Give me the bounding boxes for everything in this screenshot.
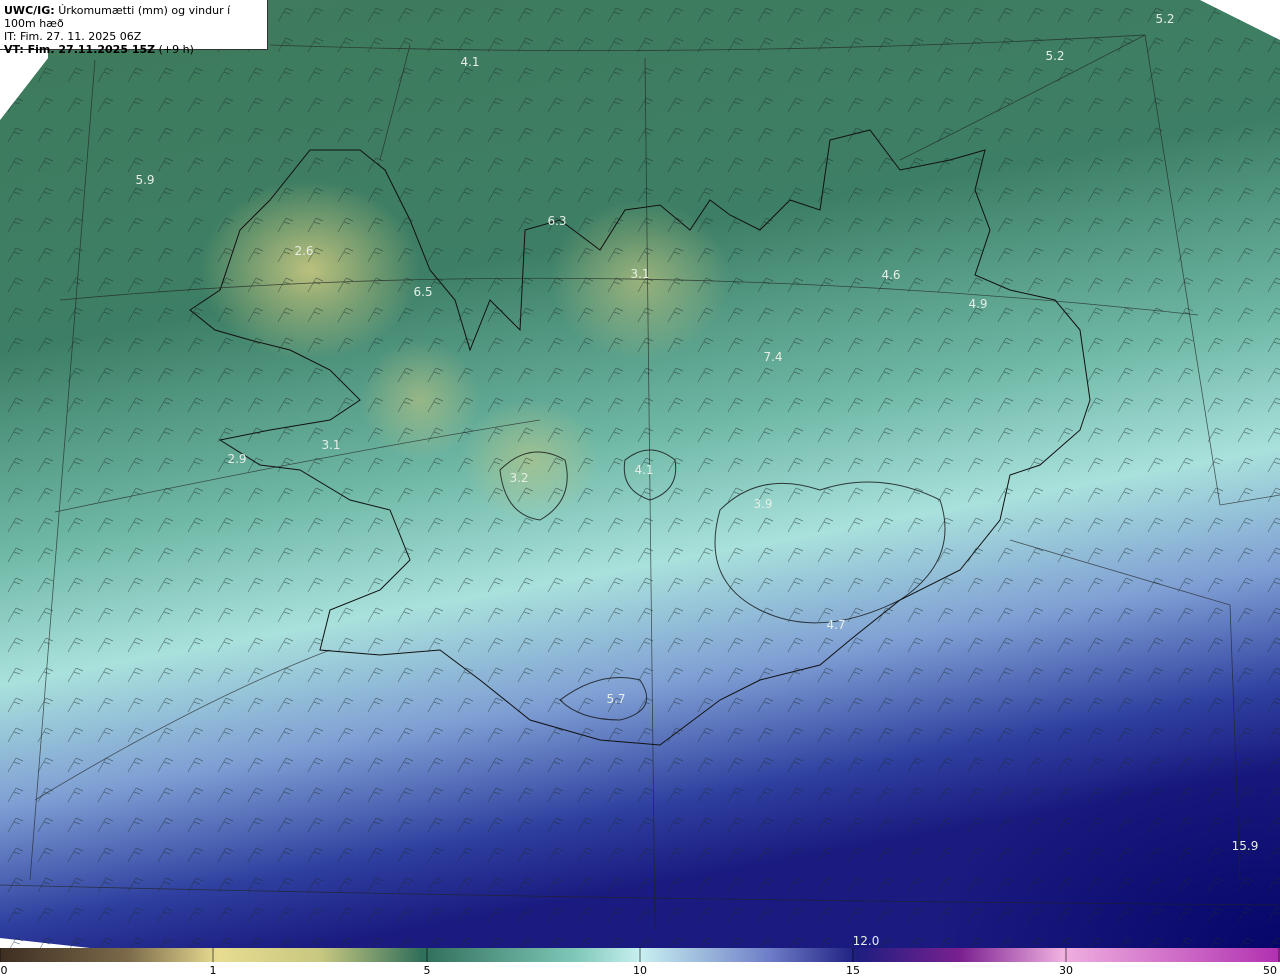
colorbar-tick: 0: [0, 964, 8, 977]
precip-value: 4.6: [881, 268, 901, 282]
precip-colorbar: [0, 948, 1280, 962]
precip-value: 5.9: [135, 173, 155, 187]
valid-time-line: VT: Fim. 27.11.2025 15Z (+9 h): [4, 43, 263, 56]
precip-value: 7.4: [763, 350, 783, 364]
precip-value: 6.3: [547, 214, 567, 228]
colorbar-tick: 5: [423, 964, 431, 977]
colorbar-tick: 50: [1263, 964, 1277, 977]
precip-value: 5.7: [606, 692, 626, 706]
precip-value: 5.2: [1045, 49, 1065, 63]
valid-time: VT: Fim. 27.11.2025 15Z: [4, 43, 156, 56]
precip-value: 3.9: [753, 497, 773, 511]
precip-value: 4.1: [460, 55, 480, 69]
precip-value: 3.1: [630, 267, 650, 281]
precip-value: 12.0: [852, 934, 880, 948]
initial-time: IT: Fim. 27. 11. 2025 06Z: [4, 30, 142, 43]
precip-value: 4.1: [634, 463, 654, 477]
model-label: UWC/IG:: [4, 4, 55, 17]
precip-value: 3.2: [509, 471, 529, 485]
precip-value: 15.9: [1231, 839, 1259, 853]
lead-time: (+9 h): [158, 43, 194, 56]
precip-value: 2.6: [294, 244, 314, 258]
colorbar-tick: 10: [633, 964, 647, 977]
map-info-box: UWC/IG: Úrkomumætti (mm) og vindur í 100…: [0, 0, 268, 56]
precip-value: 4.7: [826, 618, 846, 632]
title-line: UWC/IG: Úrkomumætti (mm) og vindur í 100…: [4, 4, 263, 30]
precip-value: 5.2: [1155, 12, 1175, 26]
precip-value: 3.1: [321, 438, 341, 452]
precip-value: 6.5: [413, 285, 433, 299]
colorbar-tick: 15: [846, 964, 860, 977]
colorbar-tick: 1: [209, 964, 217, 977]
precip-value: 4.9: [968, 297, 988, 311]
precip-value: 2.9: [227, 452, 247, 466]
colorbar-tick: 30: [1059, 964, 1073, 977]
